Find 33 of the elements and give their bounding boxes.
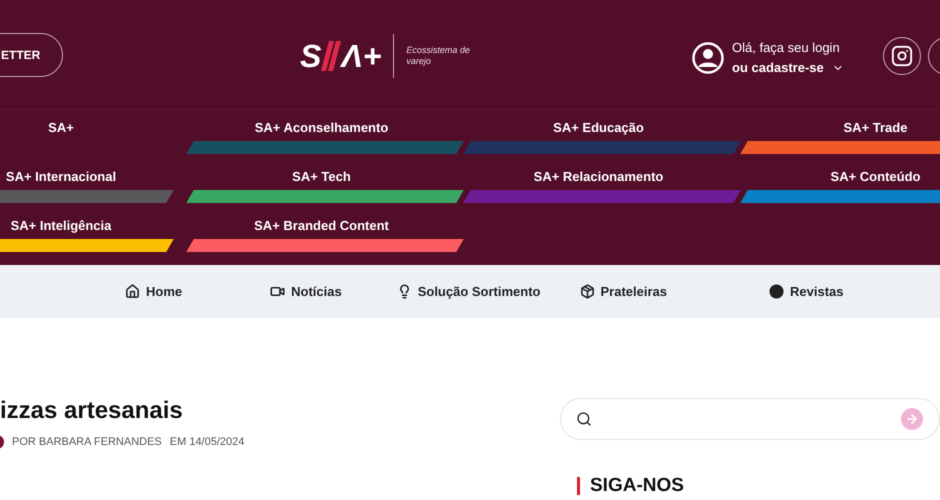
user-icon <box>692 42 724 74</box>
slash-icon <box>321 41 342 71</box>
video-icon <box>270 284 286 299</box>
brand-menu-link[interactable]: SA+ Internacional <box>0 168 122 186</box>
nav-link[interactable]: Solução Sortimento <box>396 282 540 302</box>
signup-dropdown[interactable]: ou cadastre-se <box>732 58 844 78</box>
newsletter-button[interactable]: ETTER <box>0 32 64 76</box>
instagram-button[interactable] <box>883 37 921 75</box>
brand-menu-link[interactable]: SA+ <box>0 119 122 137</box>
nav-link[interactable]: Revistas <box>769 282 844 302</box>
follow-heading: SIGA-NOS <box>590 474 684 498</box>
search-field[interactable] <box>560 398 940 440</box>
brand-menu-link[interactable]: SA+ Tech <box>292 168 351 186</box>
login-greeting: Olá, faça seu login <box>732 39 841 57</box>
home-icon <box>125 284 140 299</box>
logo-tagline: Ecossistema de varejo <box>406 45 471 67</box>
instagram-icon <box>891 45 913 67</box>
article-title: izzas artesanais <box>0 396 184 426</box>
nav-link[interactable]: Notícias <box>270 282 342 302</box>
brand-menu-link[interactable]: SA+ Branded Content <box>254 217 389 235</box>
brand-menu-link[interactable]: SA+ Educação <box>553 119 644 137</box>
box-icon <box>580 284 594 299</box>
search-icon <box>576 411 592 427</box>
article-author: POR BARBARA FERNANDES <box>12 435 162 450</box>
logo[interactable]: S Λ+ <box>300 40 382 72</box>
nav-link[interactable]: Home <box>125 282 182 302</box>
brand-menu-link[interactable]: SA+ Conteúdo <box>830 168 920 186</box>
brand-menu-link[interactable]: SA+ Trade <box>844 119 908 137</box>
article-date: EM 14/05/2024 <box>170 435 244 450</box>
nav-link[interactable]: Prateleiras <box>580 282 667 302</box>
brand-menu-link[interactable]: SA+ Aconselhamento <box>254 119 388 137</box>
brand-menu-link[interactable]: SA+ Inteligência <box>0 217 122 235</box>
brand-menu-link[interactable]: SA+ Relacionamento <box>534 168 664 186</box>
